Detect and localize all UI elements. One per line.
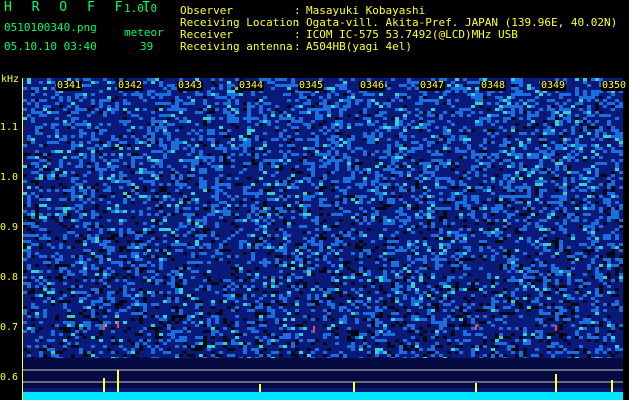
lower-band	[23, 358, 623, 388]
spectrogram-canvas	[23, 78, 623, 400]
header-panel: H R O F F T 1.0.0 0510100340.png 05.10.1…	[0, 0, 629, 74]
echo-spike	[259, 384, 261, 392]
x-tick-label: 0350	[601, 80, 628, 91]
x-tick-label: 0349	[540, 80, 567, 91]
x-tick-label: 0341	[56, 80, 83, 91]
echo-spike	[353, 382, 355, 392]
baseline-strip	[23, 392, 623, 400]
y-tick-label: 0.6	[0, 372, 19, 383]
y-tick-label: 1.1	[0, 122, 19, 133]
x-tick-label: 0345	[298, 80, 325, 91]
meteor-echo	[117, 322, 119, 328]
echo-spike	[103, 378, 105, 392]
echo-spike	[555, 374, 557, 392]
y-tick-label: 0.9	[0, 222, 19, 233]
meteor-label: meteor	[124, 26, 164, 39]
echo-spike	[611, 380, 613, 392]
spectrogram	[22, 78, 623, 400]
datetime: 05.10.10 03:40	[4, 40, 97, 53]
app-version: 1.0.0	[124, 2, 158, 15]
echo-spike	[117, 370, 119, 392]
echo-spike	[475, 383, 477, 392]
x-tick-label: 0344	[238, 80, 265, 91]
y-axis-unit: kHz	[1, 74, 20, 85]
y-tick-label: 1.0	[0, 172, 19, 183]
filename: 0510100340.png	[4, 21, 97, 34]
x-tick-label: 0348	[480, 80, 507, 91]
x-tick-label: 0342	[117, 80, 144, 91]
y-tick-label: 0.8	[0, 272, 19, 283]
meteor-echo	[475, 324, 477, 330]
antenna-value: A504HB(yagi 4el)	[306, 40, 412, 53]
x-tick-label: 0343	[177, 80, 204, 91]
meteor-count: 39	[140, 40, 154, 53]
meteor-echo	[103, 324, 105, 330]
y-tick-label: 0.7	[0, 322, 19, 333]
colon: :	[294, 40, 301, 53]
meteor-echo	[555, 325, 557, 331]
x-tick-label: 0347	[419, 80, 446, 91]
meteor-echo	[313, 326, 315, 332]
antenna-label: Receiving antenna	[180, 40, 293, 53]
x-tick-label: 0346	[359, 80, 386, 91]
